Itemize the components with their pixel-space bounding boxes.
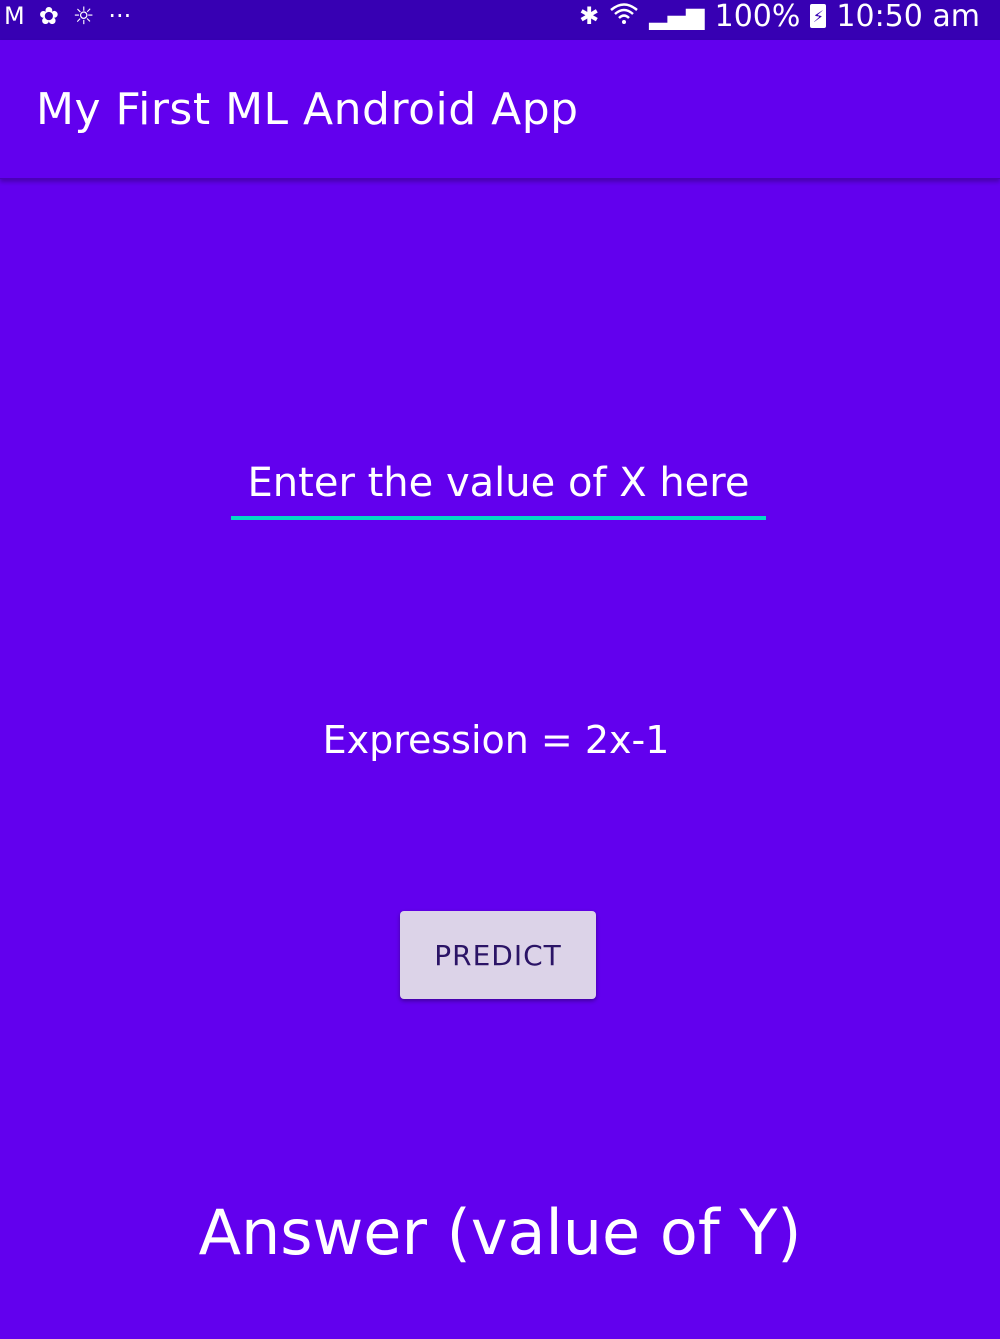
x-input-container bbox=[231, 450, 766, 522]
battery-percent: 100% bbox=[714, 0, 801, 34]
app-bar: My First ML Android App bbox=[0, 40, 1000, 179]
clock: 10:50 am bbox=[836, 0, 980, 34]
weather-icon: ☼ bbox=[72, 2, 95, 30]
answer-label: Answer (value of Y) bbox=[198, 1196, 802, 1269]
wifi-icon bbox=[609, 1, 639, 31]
system-indicators: ✱ ▂▄▆ 100% ⚡ 10:50 am bbox=[579, 0, 980, 34]
signal-icon: ▂▄▆ bbox=[649, 2, 705, 30]
app-screen: M ✿ ☼ ··· ✱ ▂▄▆ 100% ⚡ 10:50 am My First… bbox=[0, 0, 1000, 1339]
app-title: My First ML Android App bbox=[36, 84, 579, 135]
x-value-input[interactable] bbox=[231, 450, 766, 520]
gmail-icon: M bbox=[4, 2, 25, 30]
bluetooth-icon: ✱ bbox=[579, 2, 600, 30]
expression-label: Expression = 2x-1 bbox=[322, 718, 670, 762]
battery-charging-icon: ⚡ bbox=[810, 4, 827, 28]
more-notifications-icon: ··· bbox=[108, 2, 132, 30]
notification-icons: M ✿ ☼ ··· bbox=[0, 0, 131, 32]
pinwheel-icon: ✿ bbox=[38, 2, 59, 30]
predict-button[interactable]: PREDICT bbox=[400, 911, 596, 999]
status-bar: M ✿ ☼ ··· ✱ ▂▄▆ 100% ⚡ 10:50 am bbox=[0, 0, 1000, 40]
